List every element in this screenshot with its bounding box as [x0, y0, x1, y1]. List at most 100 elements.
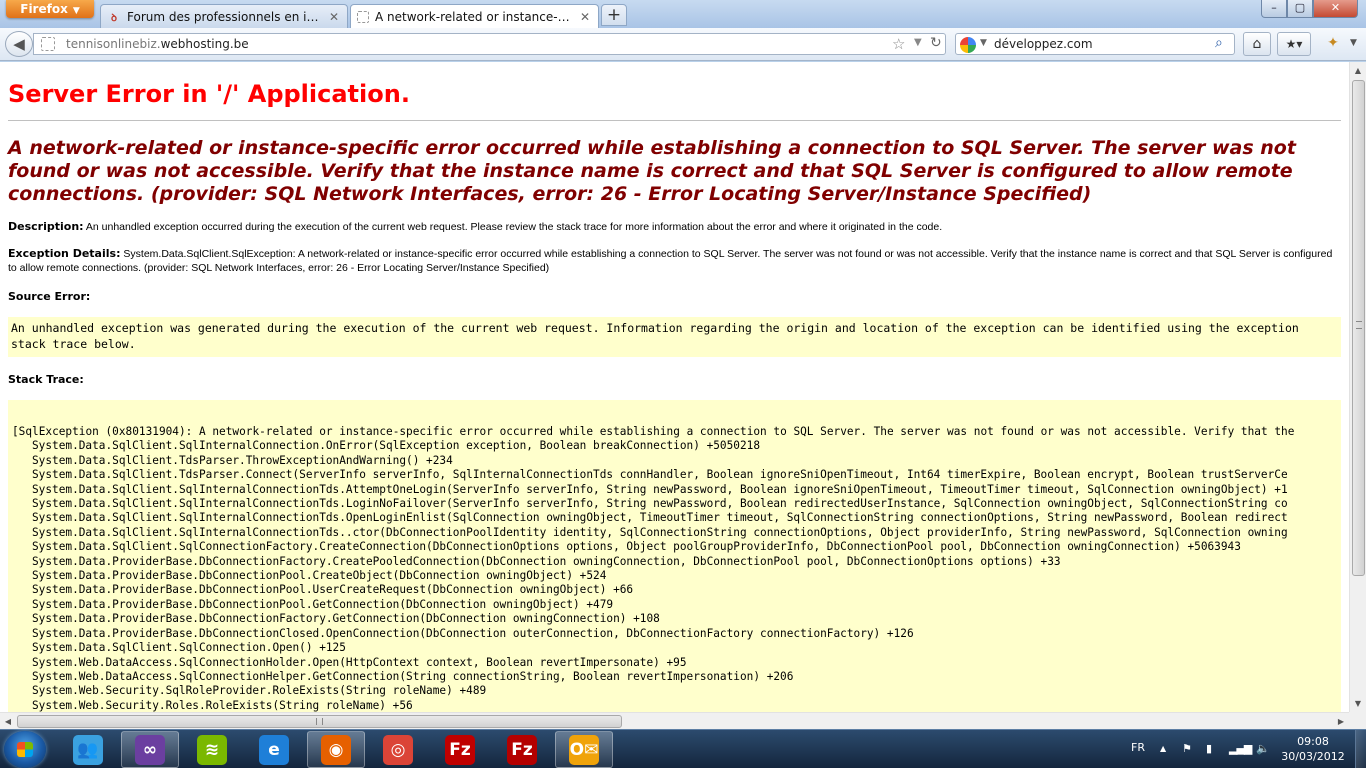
stack-trace-frame: System.Data.ProviderBase.DbConnectionPoo…: [32, 569, 607, 583]
filezilla-icon: Fz: [445, 734, 475, 765]
stack-trace-frame: System.Data.ProviderBase.DbConnectionFac…: [32, 554, 1061, 568]
firefox-icon: ◉: [321, 734, 351, 765]
stack-trace-frame: System.Web.Security.Roles.RoleExists(Str…: [32, 698, 413, 712]
clock-date: 30/03/2012: [1281, 750, 1345, 763]
address-bar[interactable]: tennisonlinebiz.webhosting.be ☆ ▼ ↻: [33, 33, 946, 55]
source-error-box: An unhandled exception was generated dur…: [8, 317, 1341, 357]
vertical-scrollbar[interactable]: ▲ ▼: [1349, 62, 1366, 712]
chrome-icon: ◎: [383, 734, 413, 765]
language-indicator[interactable]: FR: [1131, 741, 1145, 754]
taskbar-button[interactable]: Fz: [493, 731, 551, 768]
url-subdomain: tennisonlinebiz.: [66, 37, 161, 51]
stack-trace-frame: System.Data.SqlClient.SqlConnection.Open…: [32, 641, 346, 655]
bookmark-star-icon[interactable]: ☆: [892, 35, 905, 53]
page-viewport: Server Error in '/' Application. A netwo…: [0, 62, 1349, 712]
history-dropdown-icon[interactable]: ▼: [914, 37, 922, 48]
stack-trace-frame: System.Data.ProviderBase.DbConnectionFac…: [32, 612, 660, 626]
start-button[interactable]: [4, 731, 46, 768]
volume-icon[interactable]: 🔈: [1256, 742, 1270, 755]
addon-icon[interactable]: ✦: [1318, 32, 1348, 56]
show-hidden-icons-icon[interactable]: ▲: [1160, 744, 1166, 753]
taskbar-button[interactable]: Fz: [431, 731, 489, 768]
stack-trace-frame: System.Web.DataAccess.SqlConnectionHolde…: [32, 655, 687, 669]
new-tab-button[interactable]: +: [601, 4, 627, 26]
filezilla-server-icon: Fz: [507, 734, 537, 765]
error-message: A network-related or instance-specific e…: [8, 137, 1296, 205]
battery-icon[interactable]: ▮: [1206, 742, 1212, 755]
stack-trace-frame: System.Data.SqlClient.TdsParser.ThrowExc…: [32, 453, 453, 467]
scroll-corner: [1349, 712, 1366, 729]
navigation-toolbar: ◀ tennisonlinebiz.webhosting.be ☆ ▼ ↻ ▼ …: [0, 28, 1366, 61]
minimize-button[interactable]: –: [1261, 0, 1287, 18]
search-icon[interactable]: ⌕: [1215, 35, 1223, 51]
close-icon[interactable]: ✕: [327, 10, 341, 24]
windows-logo-icon: [17, 742, 33, 757]
home-button[interactable]: ⌂: [1243, 32, 1271, 56]
page-title: Server Error in '/' Application.: [8, 80, 1341, 121]
search-bar: ▼ ⌕: [955, 33, 1235, 55]
show-desktop-button[interactable]: [1355, 730, 1366, 768]
system-clock[interactable]: 09:08 30/03/2012: [1278, 734, 1348, 764]
bookmarks-menu-button[interactable]: ★▾: [1277, 32, 1311, 56]
scroll-left-icon[interactable]: ◀: [0, 713, 16, 730]
stack-trace-frame: System.Data.SqlClient.SqlInternalConnect…: [32, 511, 1288, 525]
close-icon[interactable]: ✕: [578, 10, 592, 24]
stack-trace-heading: Stack Trace:: [8, 373, 84, 386]
stack-trace-header: [SqlException (0x80131904): A network-re…: [12, 425, 1295, 438]
taskbar-button[interactable]: 👥: [59, 731, 117, 768]
tab-label: A network-related or instance-specifi...: [375, 10, 574, 24]
horizontal-scrollbar[interactable]: ◀ ▶: [0, 712, 1349, 729]
url-text[interactable]: tennisonlinebiz.webhosting.be: [66, 37, 249, 51]
action-center-flag-icon[interactable]: ⚑: [1182, 742, 1192, 755]
network-signal-icon[interactable]: ▂▄▆: [1229, 742, 1252, 755]
reload-icon[interactable]: ↻: [930, 35, 942, 51]
google-icon[interactable]: [960, 37, 976, 53]
description-section: Description: An unhandled exception occu…: [8, 220, 1341, 234]
description-label: Description:: [8, 220, 84, 233]
tab-label: Forum des professionnels en informa...: [127, 9, 323, 24]
close-window-button[interactable]: ✕: [1313, 0, 1358, 18]
scroll-right-icon[interactable]: ▶: [1333, 713, 1349, 730]
taskbar-button[interactable]: ∞: [121, 731, 179, 768]
taskbar-button[interactable]: e: [245, 731, 303, 768]
stack-trace-frame: System.Data.SqlClient.SqlInternalConnect…: [32, 439, 761, 453]
title-bar: Firefox ▼ ꝺ Forum des professionnels en i…: [0, 0, 1366, 29]
stack-trace-frame: System.Data.SqlClient.SqlConnectionFacto…: [32, 540, 1241, 554]
visual-studio-icon: ∞: [135, 734, 165, 765]
exception-details-label: Exception Details:: [8, 247, 121, 260]
exception-details-text: System.Data.SqlClient.SqlException: A ne…: [8, 248, 1333, 274]
taskbar-button[interactable]: ◉: [307, 731, 365, 768]
tab-forum[interactable]: ꝺ Forum des professionnels en informa...…: [100, 4, 348, 28]
firefox-menu-button[interactable]: Firefox ▼: [6, 0, 94, 18]
stack-trace-frame: System.Data.SqlClient.SqlInternalConnect…: [32, 497, 1288, 511]
exception-details-section: Exception Details: System.Data.SqlClient…: [8, 247, 1341, 275]
developpez-icon: ꝺ: [111, 12, 117, 24]
chevron-down-icon: ▼: [72, 6, 80, 16]
clock-time: 09:08: [1297, 735, 1329, 748]
horizontal-scroll-thumb[interactable]: [17, 715, 622, 728]
back-button[interactable]: ◀: [5, 31, 33, 57]
scroll-up-icon[interactable]: ▲: [1350, 62, 1366, 79]
stack-trace-frame: System.Data.ProviderBase.DbConnectionClo…: [32, 626, 914, 640]
source-error-heading: Source Error:: [8, 290, 91, 303]
tab-error-page[interactable]: A network-related or instance-specifi...…: [350, 4, 599, 29]
chevron-down-icon[interactable]: ▼: [1350, 38, 1357, 48]
search-input[interactable]: [994, 35, 1209, 53]
taskbar-button[interactable]: O✉: [555, 731, 613, 768]
stack-trace-frame: System.Web.Security.SqlRoleProvider.Role…: [32, 684, 487, 698]
spotify-icon: ≋: [197, 734, 227, 765]
taskbar-button[interactable]: ≋: [183, 731, 241, 768]
vertical-scroll-thumb[interactable]: [1352, 80, 1365, 576]
taskbar-button[interactable]: ◎: [369, 731, 427, 768]
stack-trace-frame: System.Data.SqlClient.TdsParser.Connect(…: [32, 468, 1288, 482]
stack-trace-frame: System.Data.SqlClient.SqlInternalConnect…: [32, 482, 1288, 496]
scroll-down-icon[interactable]: ▼: [1350, 695, 1366, 712]
stack-trace-frame: System.Data.ProviderBase.DbConnectionPoo…: [32, 583, 634, 597]
blank-page-icon: [357, 11, 369, 23]
windows-taskbar: 👥 ∞ ≋ e ◉ ◎ Fz Fz O✉ FR ▲ ⚑ ▮ ▂▄▆ 🔈 09:08 30/03/…: [0, 729, 1366, 768]
site-identity-icon[interactable]: [41, 37, 55, 51]
stack-trace-frame: System.Data.ProviderBase.DbConnectionPoo…: [32, 597, 614, 611]
internet-explorer-icon: e: [259, 734, 289, 765]
maximize-button[interactable]: ▢: [1287, 0, 1313, 18]
chevron-down-icon[interactable]: ▼: [980, 38, 987, 48]
